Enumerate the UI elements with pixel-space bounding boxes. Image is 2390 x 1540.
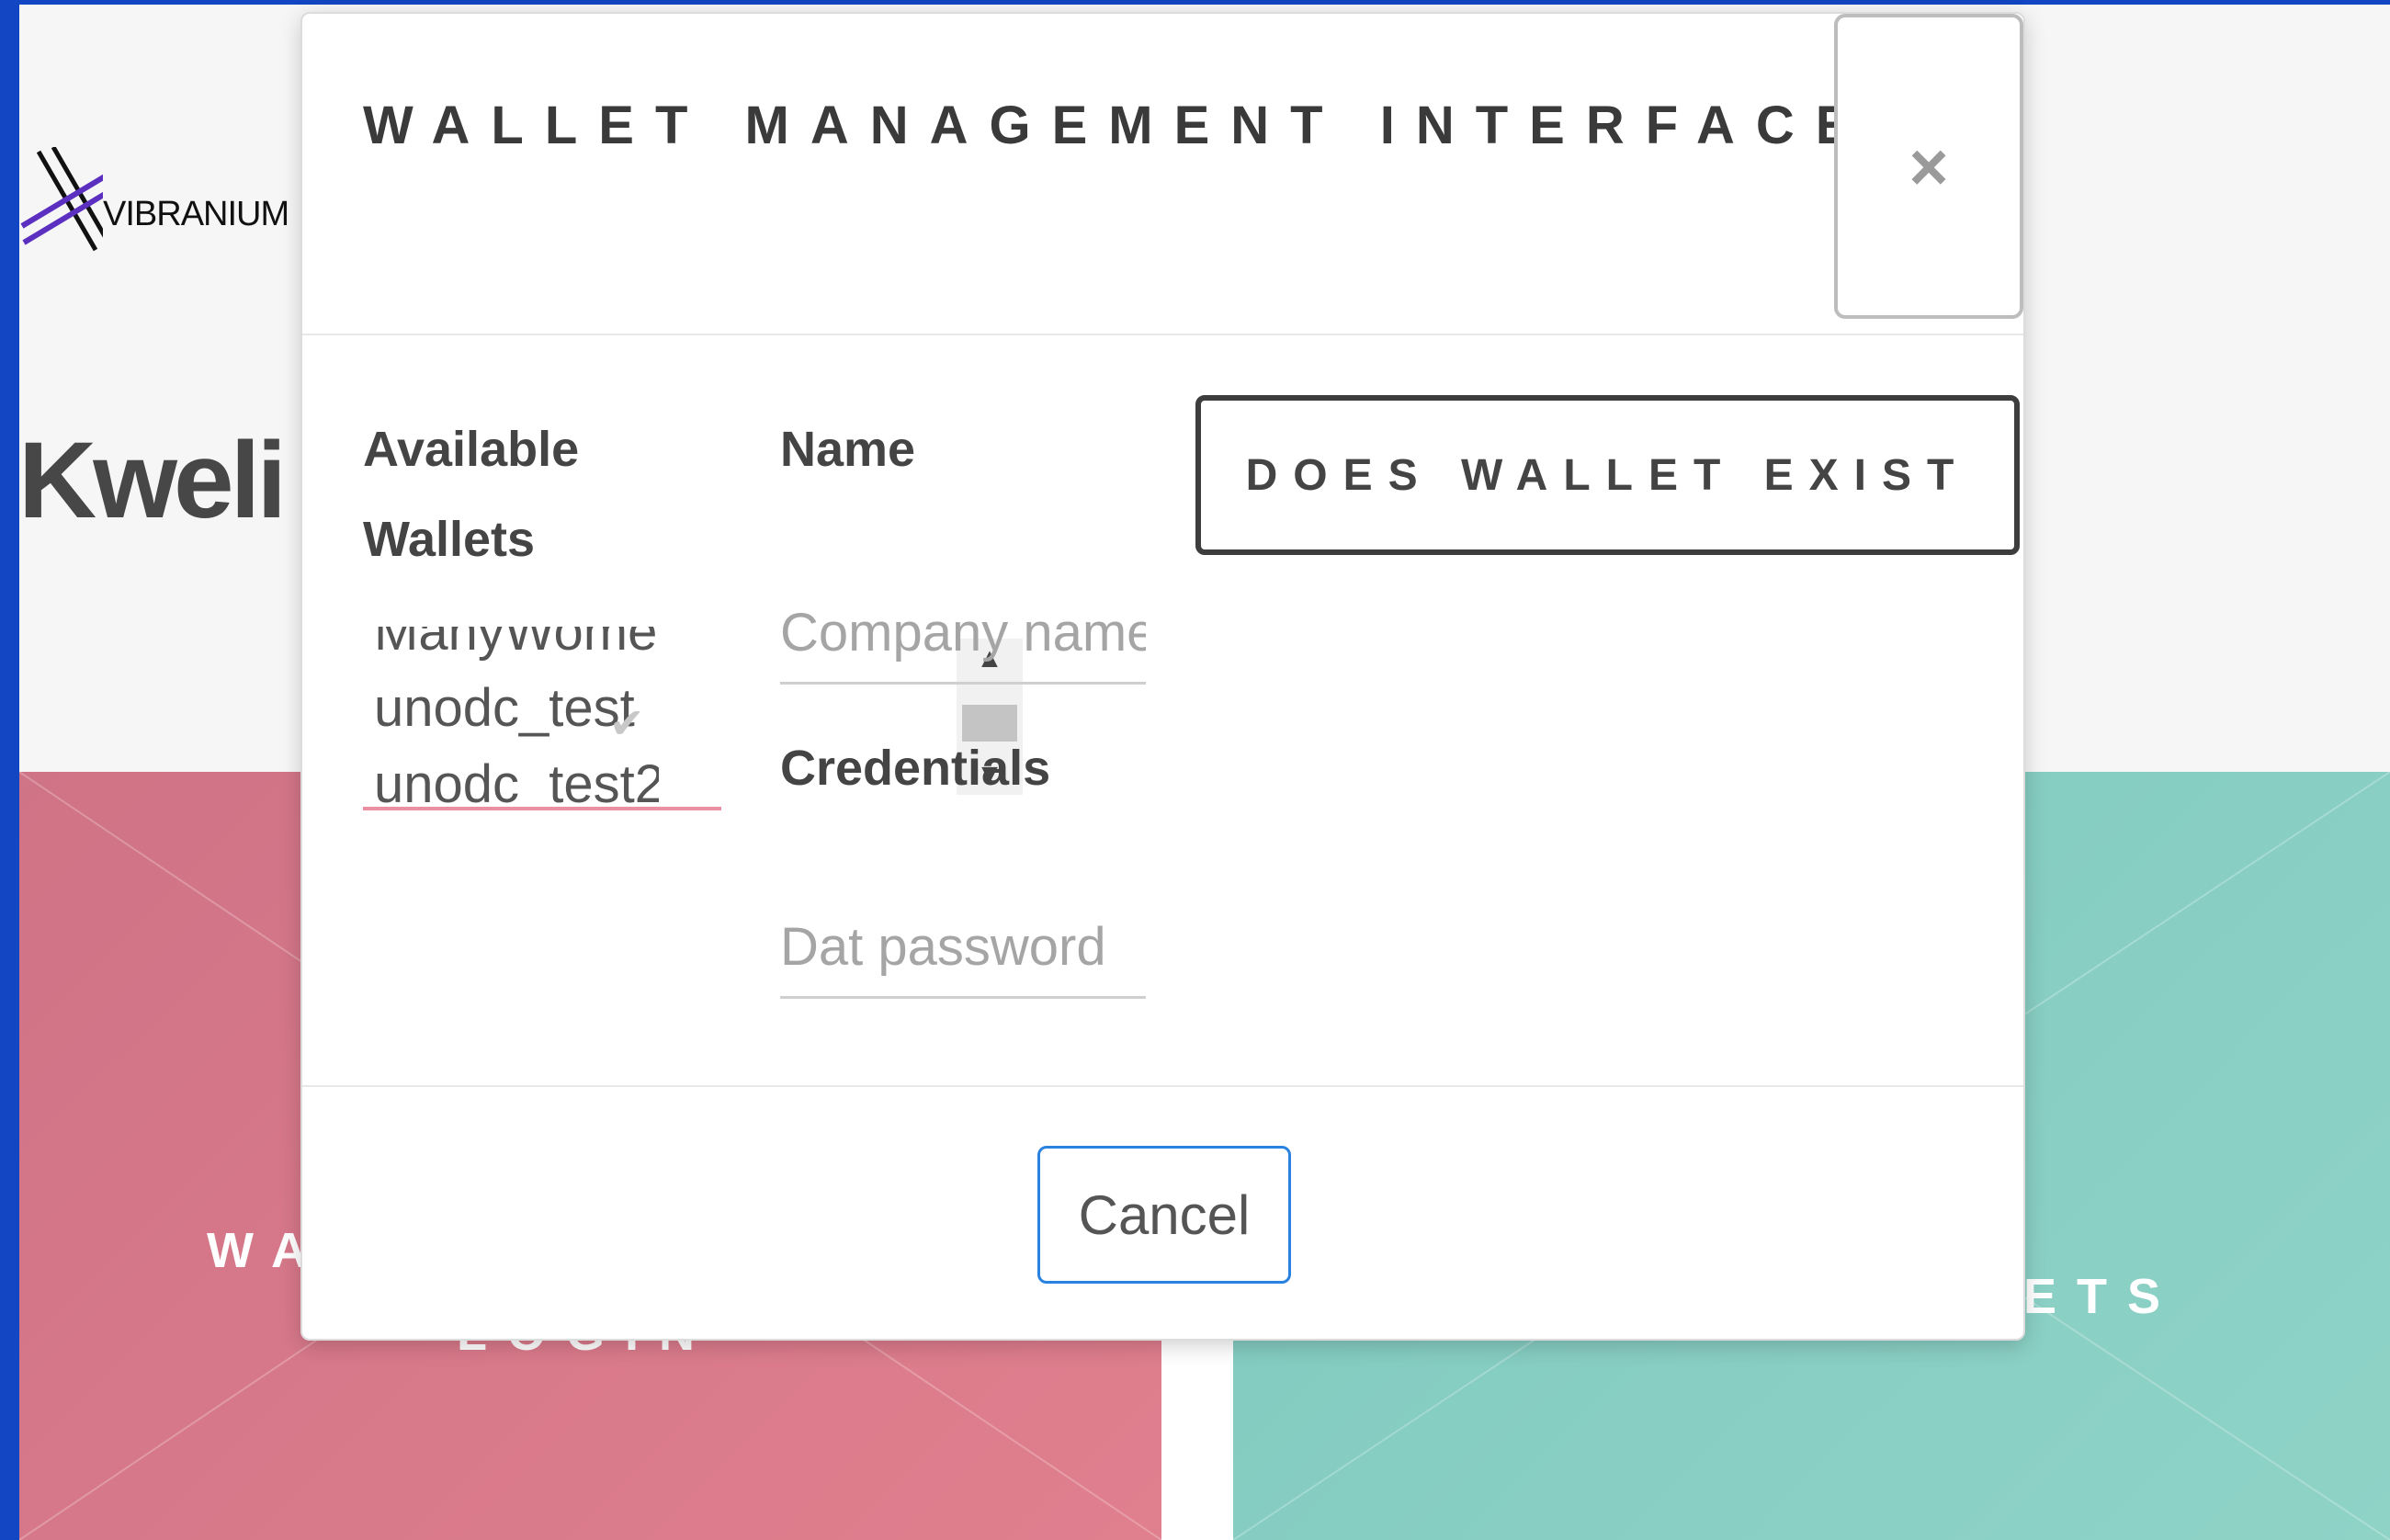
password-input[interactable] [780, 898, 1146, 996]
does-wallet-exist-button[interactable]: DOES WALLET EXIST [1195, 395, 2020, 555]
brand-title: Kweli [18, 420, 287, 541]
credentials-label: Credentials [780, 741, 1051, 796]
cancel-button[interactable]: Cancel [1037, 1146, 1291, 1284]
wallet-select[interactable]: ManyWomen unodc_test unodc_test2 ✔ [363, 627, 721, 810]
checkmark-icon: ✔ [609, 699, 645, 747]
modal-title: WALLET MANAGEMENT INTERFACE [363, 96, 1873, 155]
tile-label-right: ETS [2023, 1269, 2181, 1324]
modal-footer: Cancel [302, 1085, 2023, 1342]
logo-text: VIBRANIUM ID [103, 195, 332, 233]
wallet-management-modal: WALLET MANAGEMENT INTERFACE × Available … [300, 12, 2025, 1341]
company-name-field [780, 583, 1146, 685]
available-wallets-label: Available Wallets [363, 422, 580, 567]
close-button[interactable]: × [1834, 14, 2023, 319]
wallet-option[interactable]: ManyWomen [374, 627, 659, 662]
modal-header: WALLET MANAGEMENT INTERFACE × [302, 14, 2023, 335]
name-label: Name [780, 422, 916, 477]
company-name-input[interactable] [780, 583, 1146, 682]
close-icon: × [1909, 128, 1949, 205]
vibranium-logo[interactable]: VIBRANIUM ID [20, 147, 333, 257]
password-field [780, 898, 1146, 999]
logo-mark-icon [20, 147, 103, 252]
wallet-option[interactable]: unodc_test2 [374, 753, 659, 807]
